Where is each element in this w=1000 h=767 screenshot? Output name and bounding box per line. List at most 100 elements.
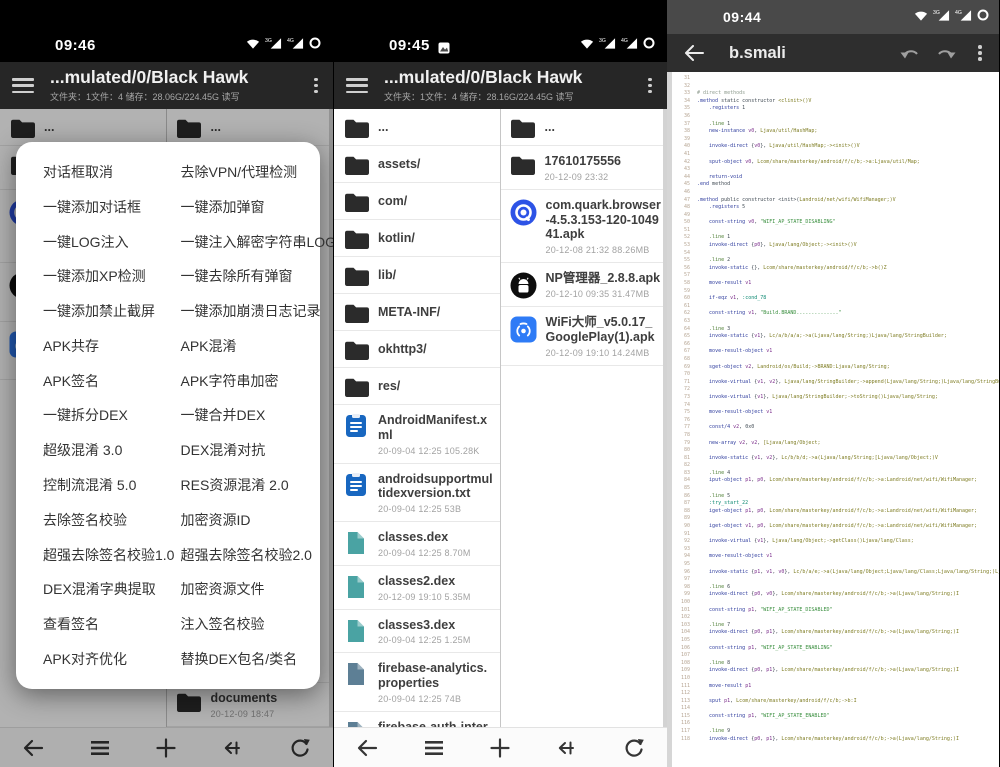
line-number: 67 (672, 348, 690, 356)
line-number: 91 (672, 531, 690, 539)
file-row[interactable]: ... (334, 109, 500, 146)
menu-item[interactable]: DEX混淆字典提取 (43, 579, 181, 599)
menu-item[interactable]: 控制流混淆 5.0 (43, 475, 181, 495)
code-line (697, 447, 999, 455)
file-name: kotlin/ (378, 231, 415, 246)
menu-item[interactable]: 一键添加对话框 (43, 197, 181, 217)
redo-icon[interactable] (931, 39, 961, 67)
overflow-menu-icon[interactable] (637, 73, 663, 99)
file-row[interactable]: firebase-analytics.properties20-09-04 12… (334, 653, 500, 712)
code-line (697, 250, 999, 258)
menu-item[interactable]: APK共存 (43, 336, 181, 356)
menu-item[interactable]: APK对齐优化 (43, 649, 181, 669)
menu-item[interactable]: 一键拆分DEX (43, 405, 181, 425)
menu-item[interactable]: 超强去除签名校验1.0 (43, 545, 181, 565)
code-line (697, 485, 999, 493)
file-row[interactable]: assets/ (334, 146, 500, 183)
file-row[interactable]: firebase-auth-interop.properties20-09-04… (334, 712, 500, 727)
code-line: sget-object v2, Landroid/os/Build;->BRAN… (697, 364, 999, 372)
menu-item[interactable]: 一键添加XP检测 (43, 266, 181, 286)
line-number: 90 (672, 523, 690, 531)
file-meta: 20-09-04 12:25 53B (378, 504, 494, 514)
list-button[interactable] (417, 733, 451, 763)
file-row[interactable]: androidsupportmultidexversion.txt20-09-0… (334, 464, 500, 523)
refresh-button[interactable] (617, 733, 651, 763)
code-line: const-string v0, "WIFI_AP_STATE_DISABLIN… (697, 219, 999, 227)
file-meta: 20-09-04 12:25 105.28K (378, 446, 494, 456)
file-name: WiFi大师_v5.0.17_GooglePlay(1).apk (546, 315, 662, 345)
file-row[interactable]: com.quark.browser-4.5.3.153-120-104941.a… (501, 190, 668, 263)
menu-item[interactable]: 对话框取消 (43, 162, 181, 182)
file-row[interactable]: com/ (334, 183, 500, 220)
menu-item[interactable]: 超强去除签名校验2.0 (181, 545, 319, 565)
line-number: 100 (672, 599, 690, 607)
overflow-menu-icon[interactable] (303, 73, 329, 99)
screenshot-notification-icon (438, 42, 450, 54)
line-number: 111 (672, 683, 690, 691)
menu-item[interactable]: 一键添加禁止截屏 (43, 301, 181, 321)
menu-item[interactable]: 替换DEX包名/类名 (181, 649, 319, 669)
line-number: 31 (672, 75, 690, 83)
file-row[interactable]: res/ (334, 368, 500, 405)
file-row[interactable]: okhttp3/ (334, 331, 500, 368)
code-line: .method public constructor <init>(Landro… (697, 197, 999, 205)
undo-icon[interactable] (895, 39, 925, 67)
file-row[interactable]: AndroidManifest.xml20-09-04 12:25 105.28… (334, 405, 500, 464)
menu-item[interactable]: 去除VPN/代理检测 (181, 162, 319, 182)
code-line: if-eqz v1, :cond_78 (697, 295, 999, 303)
menu-item[interactable]: 去除签名校验 (43, 510, 181, 530)
code-editor[interactable]: 3132333435363738394041424344454647484950… (667, 72, 999, 767)
menu-item[interactable]: 一键添加崩溃日志记录 (181, 301, 319, 321)
menu-item[interactable]: 一键去除所有弹窗 (181, 266, 319, 286)
menu-item[interactable]: 一键注入解密字符串LOG (181, 232, 319, 252)
menu-item[interactable]: 加密资源ID (181, 510, 319, 530)
line-number: 35 (672, 105, 690, 113)
code-line (697, 303, 999, 311)
file-row[interactable]: classes.dex20-09-04 12:25 8.70M (334, 522, 500, 566)
file-row[interactable]: META-INF/ (334, 294, 500, 331)
back-arrow-icon[interactable] (679, 39, 709, 67)
menu-hamburger-icon[interactable] (346, 78, 368, 93)
overflow-menu-icon[interactable] (967, 40, 993, 66)
menu-item[interactable]: 查看签名 (43, 614, 181, 634)
code-line: .line 7 (697, 622, 999, 630)
code-line: const-string p1, "WIFI_AP_STATE_ENABLING… (697, 645, 999, 653)
menu-item[interactable]: DEX混淆对抗 (181, 440, 319, 460)
menu-item[interactable]: 一键LOG注入 (43, 232, 181, 252)
line-number: 79 (672, 440, 690, 448)
file-manager-screen-with-menu: 09:46 3G4G ...mulated/0/Black Hawk 文件夹：1… (0, 0, 333, 767)
menu-item[interactable]: APK签名 (43, 371, 181, 391)
menu-item[interactable]: 加密资源文件 (181, 579, 319, 599)
file-row[interactable]: WiFi大师_v5.0.17_GooglePlay(1).apk20-12-09… (501, 307, 668, 366)
menu-item[interactable]: APK混淆 (181, 336, 319, 356)
storage-subtitle: 文件夹：1文件：4 储存：28.06G/224.45G 读写 (50, 90, 248, 103)
file-row[interactable]: lib/ (334, 257, 500, 294)
jump-button[interactable] (550, 733, 584, 763)
code-line (697, 515, 999, 523)
menu-hamburger-icon[interactable] (12, 78, 34, 93)
menu-item[interactable]: 注入签名校验 (181, 614, 319, 634)
back-button[interactable] (350, 733, 384, 763)
file-row[interactable]: classes2.dex20-12-09 19:10 5.35M (334, 566, 500, 610)
menu-item[interactable]: 一键添加弹窗 (181, 197, 319, 217)
menu-item[interactable]: 超级混淆 3.0 (43, 440, 181, 460)
status-bar: 09:44 3G4G (667, 0, 999, 34)
menu-item[interactable]: APK字符串加密 (181, 371, 319, 391)
menu-item[interactable]: 一键合并DEX (181, 405, 319, 425)
wifi-icon (580, 36, 594, 54)
file-row[interactable]: NP管理器_2.8.8.apk20-12-10 09:35 31.47MB (501, 263, 668, 307)
wifi-icon (246, 36, 260, 54)
file-row[interactable]: 1761017555620-12-09 23:32 (501, 146, 668, 190)
file-row[interactable]: ... (501, 109, 668, 146)
file-row[interactable]: classes3.dex20-09-04 12:25 1.25M (334, 610, 500, 654)
file-row[interactable]: kotlin/ (334, 220, 500, 257)
code-line (697, 272, 999, 280)
status-icons: 3G4G (246, 36, 321, 54)
file-name: NP管理器_2.8.8.apk (546, 271, 661, 286)
app-bar: ...mulated/0/Black Hawk 文件夹：1文件：4 储存：28.… (0, 62, 333, 109)
battery-icon (977, 8, 989, 26)
add-button[interactable] (483, 733, 517, 763)
menu-item[interactable]: RES资源混淆 2.0 (181, 475, 319, 495)
line-number: 47 (672, 197, 690, 205)
code-line (697, 166, 999, 174)
